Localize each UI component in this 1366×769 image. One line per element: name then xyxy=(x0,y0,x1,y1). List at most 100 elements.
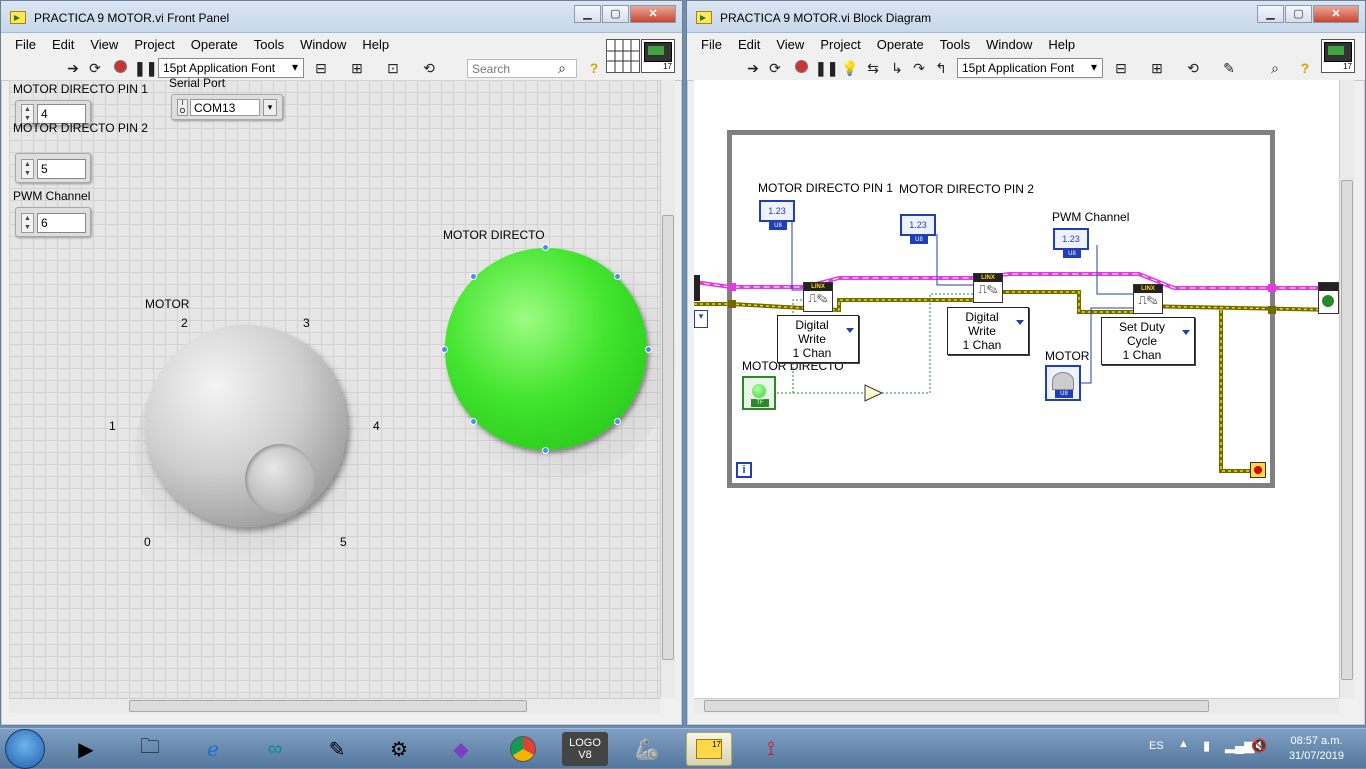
linx-open-node[interactable] xyxy=(694,275,700,301)
menu-view[interactable]: View xyxy=(82,37,126,52)
pause-icon[interactable]: ❚❚ xyxy=(134,60,157,76)
resize-handle[interactable] xyxy=(542,244,549,251)
menu-file[interactable]: File xyxy=(7,37,44,52)
scroll-thumb[interactable] xyxy=(662,215,674,660)
dropdown-arrow-icon[interactable]: ▾ xyxy=(263,99,277,116)
error-tunnel[interactable] xyxy=(728,300,736,308)
digital-write-selector-1[interactable]: Digital Write 1 Chan xyxy=(777,315,859,363)
resize-objects-icon[interactable]: ⊡ xyxy=(385,60,401,76)
menu-file[interactable]: File xyxy=(693,37,730,52)
run-arrow-icon[interactable]: ➔ xyxy=(65,60,81,76)
search-icon[interactable]: ⌕ xyxy=(1267,60,1283,76)
scroll-thumb[interactable] xyxy=(129,700,527,712)
minimize-button[interactable]: ▁ xyxy=(574,5,601,23)
language-indicator[interactable]: ES xyxy=(1149,740,1164,752)
connector-pane[interactable] xyxy=(606,39,640,73)
show-hidden-icons-icon[interactable]: ▲ xyxy=(1178,738,1189,750)
menu-tools[interactable]: Tools xyxy=(932,37,978,52)
pause-icon[interactable]: ❚❚ xyxy=(815,60,838,76)
front-panel-canvas[interactable]: MOTOR DIRECTO PIN 1 ▲ ▼ 4 MOTOR DIRECTO P… xyxy=(9,76,677,698)
motor-knob-terminal[interactable]: U8 xyxy=(1045,365,1081,401)
block-diagram-vertical-scrollbar[interactable] xyxy=(1339,80,1354,698)
menu-help[interactable]: Help xyxy=(1040,37,1083,52)
align-objects-icon[interactable]: ⊟ xyxy=(313,60,329,76)
pin2-terminal[interactable]: 1.23 U8 xyxy=(900,214,936,244)
scroll-thumb[interactable] xyxy=(704,700,1209,712)
close-button[interactable]: ✕ xyxy=(1313,5,1359,23)
increment-decrement-icon[interactable]: ▲ ▼ xyxy=(21,159,34,179)
align-objects-icon[interactable]: ⊟ xyxy=(1113,60,1129,76)
iteration-terminal[interactable]: i xyxy=(736,462,752,478)
pwm-numeric-control[interactable]: ▲ ▼ 6 xyxy=(15,207,91,237)
scroll-thumb[interactable] xyxy=(1341,180,1353,680)
visual-studio-icon[interactable]: ◆ xyxy=(438,732,484,766)
abort-icon[interactable] xyxy=(112,60,128,76)
media-player-icon[interactable]: ▶ xyxy=(63,732,109,766)
abort-icon[interactable] xyxy=(793,60,809,76)
menu-project[interactable]: Project xyxy=(812,37,868,52)
search-icon[interactable]: ⌕ xyxy=(554,60,570,76)
start-button[interactable] xyxy=(5,729,45,769)
error-tunnel[interactable] xyxy=(1268,306,1276,314)
distribute-objects-icon[interactable]: ⊞ xyxy=(349,60,365,76)
close-button[interactable]: ✕ xyxy=(630,5,676,23)
help-icon[interactable]: ? xyxy=(586,60,602,76)
serial-port-control[interactable]: IO COM13 ▾ xyxy=(171,94,283,120)
linx-digital-write-node-1[interactable]: LINX ⎍✎ xyxy=(803,282,833,312)
font-selector[interactable]: 15pt Application Font xyxy=(158,58,304,78)
resize-handle[interactable] xyxy=(470,418,477,425)
distribute-objects-icon[interactable]: ⊞ xyxy=(1149,60,1165,76)
app-icon[interactable]: ✎ xyxy=(314,732,360,766)
menu-window[interactable]: Window xyxy=(292,37,354,52)
pin2-value[interactable]: 5 xyxy=(37,159,86,179)
pin1-terminal[interactable]: 1.23 U8 xyxy=(759,200,795,230)
signal-icon[interactable]: ▂▄▆ xyxy=(1225,738,1254,754)
linx-open-selector[interactable]: ▾ xyxy=(694,310,708,328)
logo-soft-icon[interactable]: LOGO V8 xyxy=(562,732,608,766)
knob-grip[interactable] xyxy=(245,444,315,514)
pwm-value[interactable]: 6 xyxy=(37,213,86,233)
arduino-icon[interactable]: ∞ xyxy=(252,732,298,766)
serial-port-value[interactable]: COM13 xyxy=(190,99,260,116)
reorder-icon[interactable]: ⟲ xyxy=(1185,60,1201,76)
menu-edit[interactable]: Edit xyxy=(730,37,768,52)
front-panel-vertical-scrollbar[interactable] xyxy=(660,80,675,698)
menu-help[interactable]: Help xyxy=(354,37,397,52)
volume-muted-icon[interactable]: 🔇 xyxy=(1251,738,1267,754)
set-duty-cycle-selector[interactable]: Set Duty Cycle 1 Chan xyxy=(1101,317,1195,365)
step-out-icon[interactable]: ↰ xyxy=(933,60,949,76)
vi-icon[interactable]: 17 xyxy=(641,39,675,73)
resize-handle[interactable] xyxy=(441,346,448,353)
clean-up-diagram-icon[interactable]: ✎ xyxy=(1221,60,1237,76)
visa-tunnel[interactable] xyxy=(1268,284,1276,292)
robot-app-icon[interactable]: 🦾 xyxy=(624,732,670,766)
block-diagram-horizontal-scrollbar[interactable] xyxy=(694,698,1339,713)
chrome-icon[interactable] xyxy=(500,732,546,766)
vi-icon[interactable]: 17 xyxy=(1321,39,1355,73)
resize-handle[interactable] xyxy=(614,418,621,425)
block-diagram-canvas[interactable]: i ▾ MOTOR DIRECTO PIN 1 MOTOR DIRECTO PI… xyxy=(694,80,1339,698)
motor-knob[interactable] xyxy=(145,325,347,527)
app-icon[interactable]: ⚙ xyxy=(376,732,422,766)
pwm-terminal[interactable]: 1.23 U8 xyxy=(1053,228,1089,258)
increment-decrement-icon[interactable]: ▲ ▼ xyxy=(21,213,34,233)
linx-digital-write-node-2[interactable]: LINX ⎍✎ xyxy=(973,273,1003,303)
maximize-button[interactable]: ▢ xyxy=(602,5,629,23)
resize-handle[interactable] xyxy=(542,447,549,454)
stop-condition-terminal[interactable] xyxy=(1250,462,1266,478)
help-icon[interactable]: ? xyxy=(1297,60,1313,76)
step-into-icon[interactable]: ↳ xyxy=(889,60,905,76)
menu-edit[interactable]: Edit xyxy=(44,37,82,52)
visa-tunnel[interactable] xyxy=(728,283,736,291)
step-over-icon[interactable]: ↷ xyxy=(911,60,927,76)
minimize-button[interactable]: ▁ xyxy=(1257,5,1284,23)
motor-directo-terminal[interactable]: TF xyxy=(742,376,776,410)
menu-project[interactable]: Project xyxy=(126,37,182,52)
linx-pwm-node[interactable]: LINX ⎍✎ xyxy=(1133,284,1163,314)
front-panel-horizontal-scrollbar[interactable] xyxy=(9,698,660,713)
system-clock[interactable]: 08:57 a.m. 31/07/2019 xyxy=(1289,734,1344,764)
adobe-reader-icon[interactable]: ⟟ xyxy=(748,732,794,766)
run-continuously-icon[interactable]: ⟳ xyxy=(87,60,103,76)
labview-icon[interactable]: 17 xyxy=(686,732,732,766)
battery-icon[interactable]: ▮ xyxy=(1203,738,1210,754)
